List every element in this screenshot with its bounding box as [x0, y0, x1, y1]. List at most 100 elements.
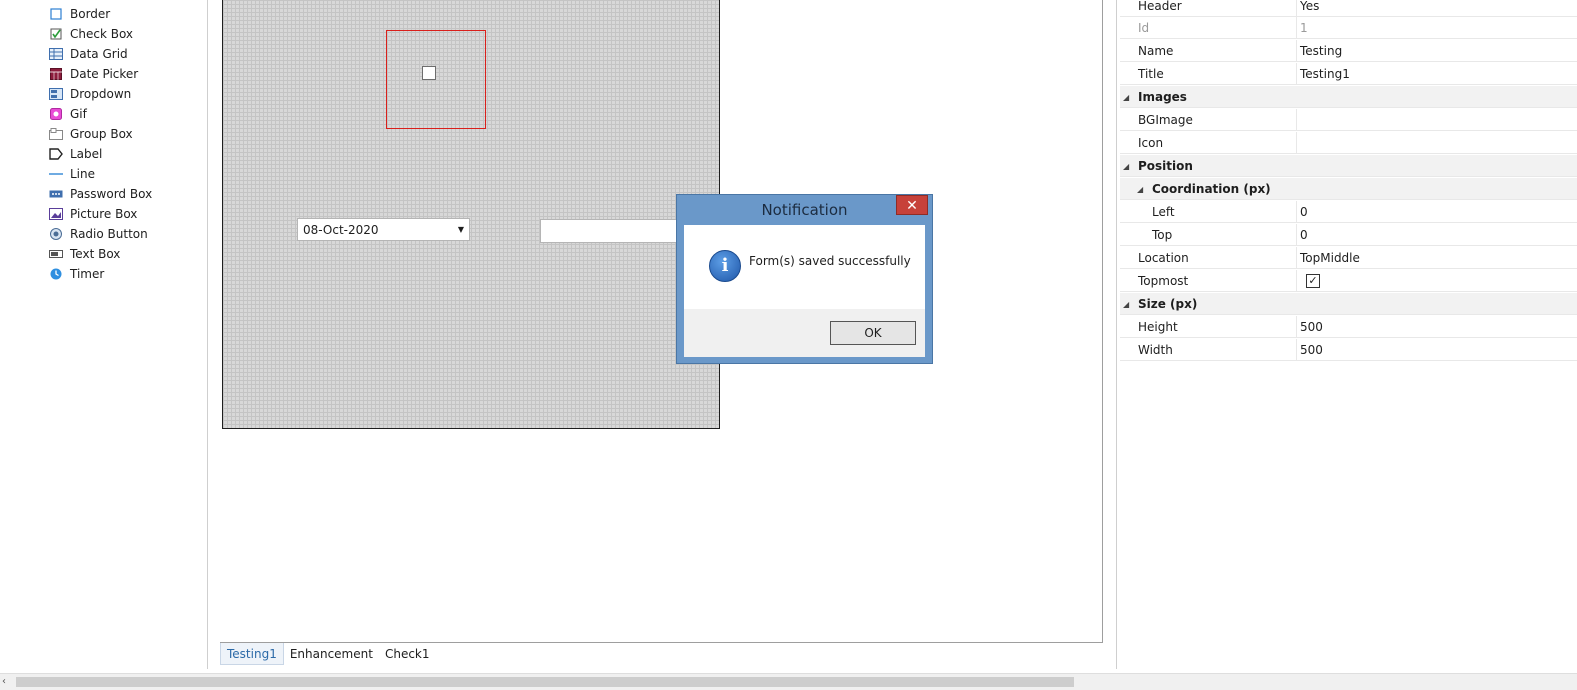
canvas-date-picker-control[interactable]: 08-Oct-2020 ▼	[297, 218, 470, 241]
property-name: Height	[1138, 320, 1178, 334]
property-category-position[interactable]: ◢ Position	[1120, 155, 1577, 177]
line-icon	[49, 167, 63, 181]
passwordbox-icon	[49, 187, 63, 201]
property-row-title[interactable]: Title Testing1	[1120, 63, 1577, 85]
property-value[interactable]: 500	[1300, 316, 1323, 338]
property-row-width[interactable]: Width 500	[1120, 339, 1577, 361]
property-value[interactable]: Testing1	[1300, 63, 1350, 85]
toolbox-item-label: Timer	[70, 267, 105, 281]
toolbox-item-label: Picture Box	[70, 207, 138, 221]
groupbox-icon	[49, 127, 63, 141]
toolbox-item-timer[interactable]: Timer	[49, 264, 104, 284]
property-name: Left	[1152, 205, 1175, 219]
scroll-left-arrow-icon[interactable]: ‹	[2, 676, 6, 687]
property-value[interactable]: 500	[1300, 339, 1323, 361]
scrollbar-thumb[interactable]	[16, 677, 1074, 687]
property-row-bgimage[interactable]: BGImage	[1120, 109, 1577, 131]
property-name: Name	[1138, 44, 1174, 58]
property-name: Width	[1138, 343, 1173, 357]
datepicker-icon	[49, 67, 63, 81]
toolbox-item-picture-box[interactable]: Picture Box	[49, 204, 137, 224]
property-value[interactable]: 0	[1300, 224, 1308, 246]
toolbox-item-gif[interactable]: Gif	[49, 104, 87, 124]
toolbox-item-label: Radio Button	[70, 227, 148, 241]
horizontal-scrollbar[interactable]: ‹	[0, 673, 1577, 690]
timer-icon	[49, 267, 63, 281]
toolbox-item-password-box[interactable]: Password Box	[49, 184, 152, 204]
toolbox-item-label: Group Box	[70, 127, 133, 141]
dialog-body: i Form(s) saved successfully OK	[684, 225, 925, 357]
property-value[interactable]: TopMiddle	[1300, 247, 1360, 269]
toolbox-item-label: Gif	[70, 107, 87, 121]
dialog-title: Notification	[761, 201, 848, 219]
close-icon[interactable]: ✕	[896, 195, 928, 215]
category-label: Coordination (px)	[1152, 182, 1271, 196]
property-value[interactable]: Yes	[1300, 0, 1319, 17]
category-label: Size (px)	[1138, 297, 1198, 311]
toolbox-item-dropdown[interactable]: Dropdown	[49, 84, 131, 104]
toolbox-item-date-picker[interactable]: Date Picker	[49, 64, 138, 84]
toolbox-item-label: Password Box	[70, 187, 153, 201]
property-row-header[interactable]: Header Yes	[1120, 0, 1577, 17]
checkbox-icon	[49, 27, 63, 41]
selected-control-outline[interactable]	[386, 30, 486, 129]
property-row-name[interactable]: Name Testing	[1120, 40, 1577, 62]
label-icon	[49, 147, 63, 161]
property-row-icon[interactable]: Icon	[1120, 132, 1577, 154]
property-name: Top	[1152, 228, 1173, 242]
radiobutton-icon	[49, 227, 63, 241]
toolbox-item-radio-button[interactable]: Radio Button	[49, 224, 148, 244]
tab-testing1[interactable]: Testing1	[220, 643, 284, 665]
toolbox-item-text-box[interactable]: Text Box	[49, 244, 120, 264]
toolbox-item-check-box[interactable]: Check Box	[49, 24, 133, 44]
ok-button[interactable]: OK	[830, 321, 916, 345]
datagrid-icon	[49, 47, 63, 61]
toolbox-item-label: Dropdown	[70, 87, 132, 101]
property-name: Location	[1138, 251, 1189, 265]
toolbox-item-border[interactable]: Border	[49, 4, 110, 24]
toolbox-panel: Border Check Box Data Grid Date Picker D…	[0, 0, 208, 669]
border-icon	[49, 7, 63, 21]
toolbox-item-label: Check Box	[70, 27, 134, 41]
toolbox-item-label: Text Box	[70, 247, 121, 261]
property-row-left[interactable]: Left 0	[1120, 201, 1577, 223]
property-name: Id	[1138, 21, 1150, 35]
property-value[interactable]: Testing	[1300, 40, 1342, 62]
property-category-images[interactable]: ◢ Images	[1120, 86, 1577, 108]
collapse-triangle-icon[interactable]: ◢	[1123, 93, 1129, 102]
collapse-triangle-icon[interactable]: ◢	[1123, 300, 1129, 309]
property-value[interactable]: 0	[1300, 201, 1308, 223]
toolbox-item-label-tool[interactable]: Label	[49, 144, 102, 164]
property-row-top[interactable]: Top 0	[1120, 224, 1577, 246]
collapse-triangle-icon[interactable]: ◢	[1123, 162, 1129, 171]
category-label: Images	[1138, 90, 1187, 104]
property-name: BGImage	[1138, 113, 1193, 127]
toolbox-item-data-grid[interactable]: Data Grid	[49, 44, 128, 64]
property-category-coordination[interactable]: ◢ Coordination (px)	[1120, 178, 1577, 200]
topmost-checkbox[interactable]: ✓	[1306, 274, 1320, 288]
tab-enhancement[interactable]: Enhancement	[284, 643, 379, 665]
canvas-text-box-control[interactable]	[540, 219, 680, 243]
toolbox-item-group-box[interactable]: Group Box	[49, 124, 133, 144]
property-row-topmost[interactable]: Topmost ✓	[1120, 270, 1577, 292]
info-icon: i	[709, 250, 741, 282]
tab-check1[interactable]: Check1	[379, 643, 436, 665]
textbox-icon	[49, 247, 63, 261]
property-name: Header	[1138, 0, 1182, 13]
collapse-triangle-icon[interactable]: ◢	[1137, 185, 1143, 194]
property-value: 1	[1300, 21, 1308, 35]
property-row-height[interactable]: Height 500	[1120, 316, 1577, 338]
toolbox-item-label: Border	[70, 7, 111, 21]
dialog-message: Form(s) saved successfully	[749, 254, 911, 268]
property-name: Icon	[1138, 136, 1164, 150]
toolbox-item-line[interactable]: Line	[49, 164, 95, 184]
category-label: Position	[1138, 159, 1193, 173]
property-category-size[interactable]: ◢ Size (px)	[1120, 293, 1577, 315]
property-name: Topmost	[1138, 274, 1189, 288]
dropdown-arrow-icon[interactable]: ▼	[453, 225, 469, 234]
property-row-location[interactable]: Location TopMiddle	[1120, 247, 1577, 269]
canvas-checkbox-control[interactable]	[422, 66, 436, 80]
property-row-id[interactable]: Id 1	[1120, 17, 1577, 39]
gif-icon	[49, 107, 63, 121]
toolbox-item-label: Label	[70, 147, 103, 161]
